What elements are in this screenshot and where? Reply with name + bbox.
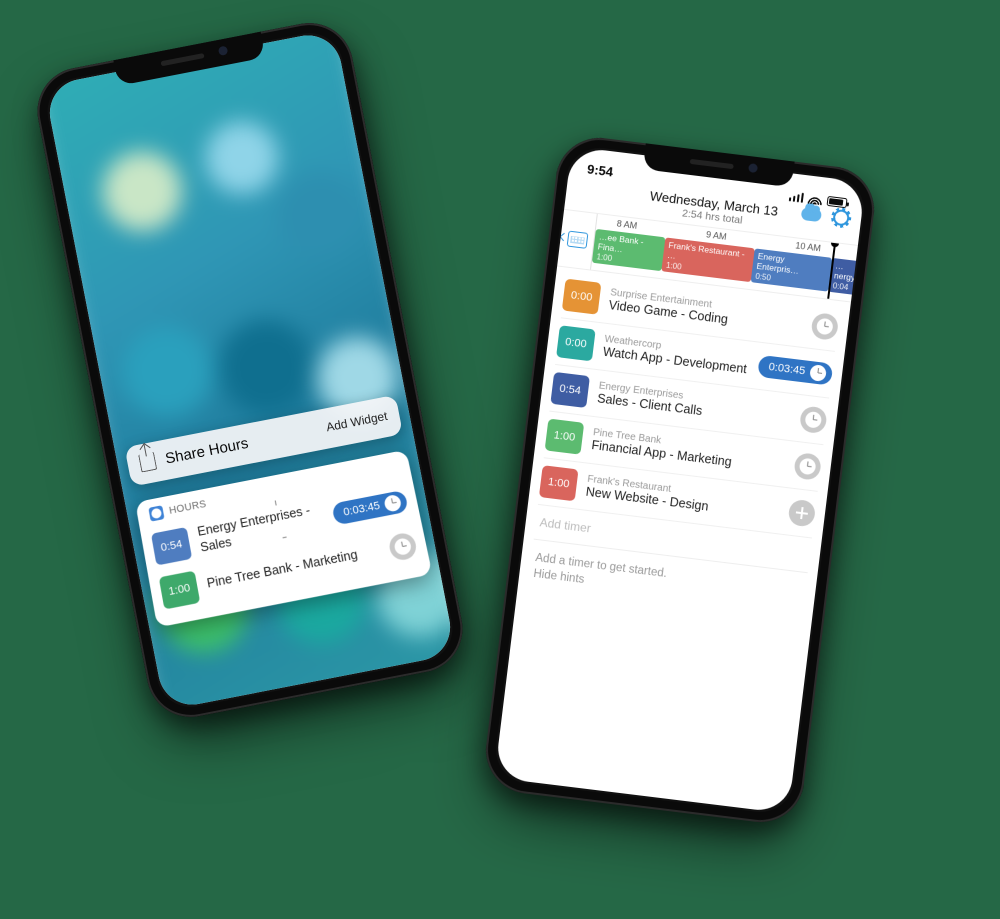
start-timer-button[interactable] (387, 531, 418, 562)
time-box: 0:54 (550, 372, 590, 408)
clock-icon (816, 318, 834, 336)
time-box: 1:00 (159, 571, 201, 610)
phone-right: 9:54 Wednesday, March 13 2:54 hrs total … (481, 133, 879, 827)
start-timer-button[interactable] (793, 452, 822, 481)
time-box: 0:00 (562, 279, 602, 315)
timeline-block[interactable]: Energy Enterpris…0:50 (751, 248, 833, 291)
start-timer-button[interactable] (799, 405, 828, 434)
task-list: 0:00Surprise EntertainmentVideo Game - C… (494, 266, 851, 813)
clock-icon (799, 458, 817, 476)
left-screen: Share Hours Add Widget HOURS 0:54Energy … (44, 30, 456, 711)
running-timer-pill[interactable]: 0:03:45 (757, 355, 833, 386)
time-box: 1:00 (545, 419, 585, 455)
timeline-hour-label: 9 AM (706, 229, 728, 241)
widget-app-label: HOURS (168, 498, 207, 516)
wifi-icon (808, 194, 823, 206)
timeline-block[interactable]: Frank's Restaurant - …1:00 (661, 237, 754, 282)
share-icon (138, 452, 157, 473)
start-timer-button[interactable] (810, 312, 839, 341)
clock-icon (809, 364, 827, 382)
calendar-icon (566, 230, 588, 248)
battery-icon (827, 196, 848, 208)
time-box: 0:00 (556, 325, 596, 361)
timeline-hour-label: 10 AM (795, 240, 822, 253)
status-time: 9:54 (586, 161, 614, 179)
right-screen: 9:54 Wednesday, March 13 2:54 hrs total … (494, 146, 865, 813)
phone-left: Share Hours Add Widget HOURS 0:54Energy … (30, 16, 470, 725)
app-icon (148, 505, 164, 521)
timeline-hour-label: 8 AM (616, 218, 638, 230)
add-widget-button[interactable]: Add Widget (325, 409, 389, 435)
time-box: 0:54 (151, 527, 192, 566)
timeline-block[interactable]: …ee Bank - Fina…1:00 (592, 229, 666, 271)
clock-icon (393, 537, 412, 556)
share-title: Share Hours (164, 434, 250, 467)
add-button[interactable] (787, 499, 816, 528)
running-timer-pill[interactable]: 0:03:45 (332, 490, 409, 526)
clock-icon (804, 411, 822, 429)
clock-icon (383, 494, 402, 513)
signal-icon (788, 191, 804, 203)
cloud-icon[interactable] (801, 206, 822, 221)
time-box: 1:00 (539, 465, 579, 501)
